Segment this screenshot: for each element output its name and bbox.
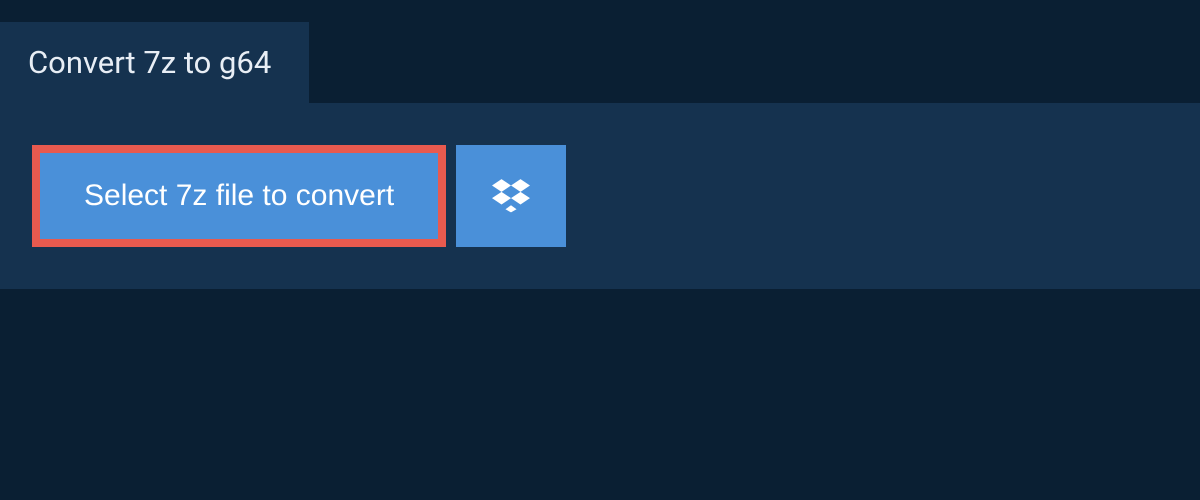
page-title-text: Convert 7z to g64 xyxy=(28,44,271,81)
page-title-tab: Convert 7z to g64 xyxy=(0,22,309,103)
dropbox-icon xyxy=(492,176,530,217)
conversion-panel: Select 7z file to convert xyxy=(0,103,1200,289)
select-file-button[interactable]: Select 7z file to convert xyxy=(32,145,446,247)
select-file-label: Select 7z file to convert xyxy=(84,181,394,211)
dropbox-button[interactable] xyxy=(456,145,566,247)
empty-area xyxy=(0,289,1200,489)
button-row: Select 7z file to convert xyxy=(32,145,1168,247)
